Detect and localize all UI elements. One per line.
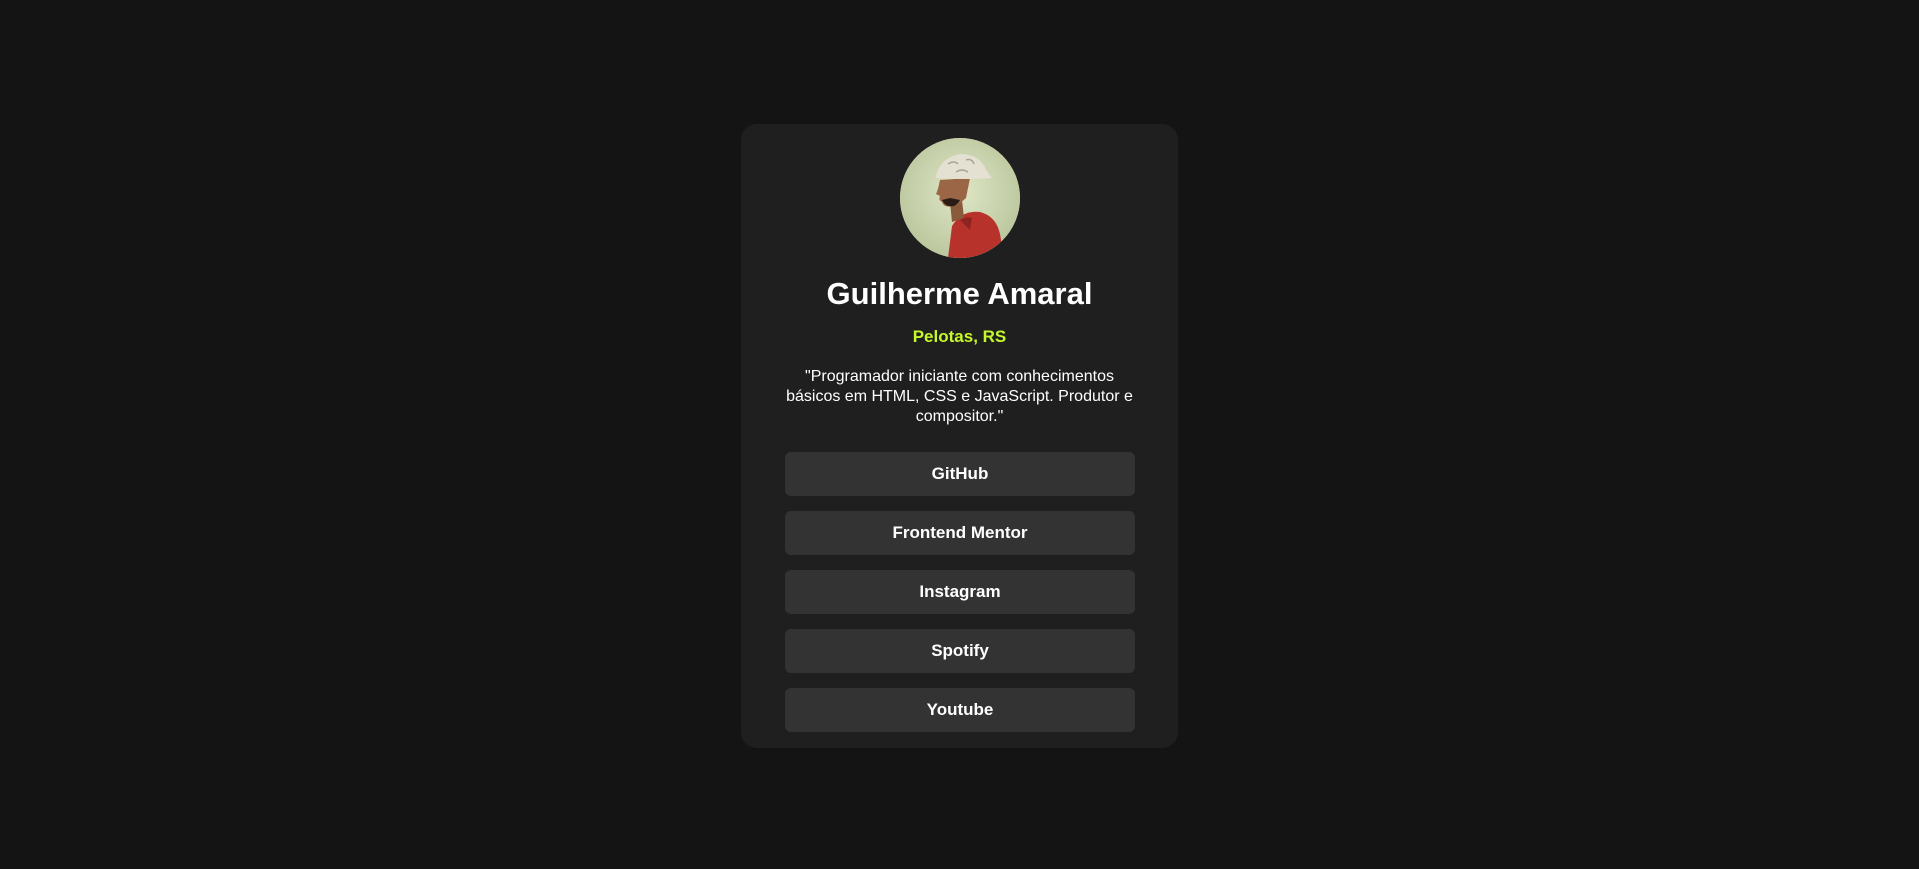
instagram-link-button[interactable]: Instagram bbox=[785, 570, 1135, 614]
avatar-photo bbox=[900, 138, 1020, 258]
profile-bio: "Programador iniciante com conhecimentos… bbox=[786, 368, 1133, 425]
youtube-link-button[interactable]: Youtube bbox=[785, 688, 1135, 732]
profile-location: Pelotas, RS bbox=[912, 327, 1007, 346]
spotify-link-button[interactable]: Spotify bbox=[785, 629, 1135, 673]
frontend-mentor-link-button[interactable]: Frontend Mentor bbox=[785, 511, 1135, 555]
social-links: GitHub Frontend Mentor Instagram Spotify… bbox=[785, 452, 1135, 732]
github-link-button[interactable]: GitHub bbox=[785, 452, 1135, 496]
avatar bbox=[900, 138, 1020, 258]
profile-name: Guilherme Amaral bbox=[826, 276, 1093, 311]
profile-card: Guilherme Amaral Pelotas, RS "Programado… bbox=[741, 124, 1178, 748]
